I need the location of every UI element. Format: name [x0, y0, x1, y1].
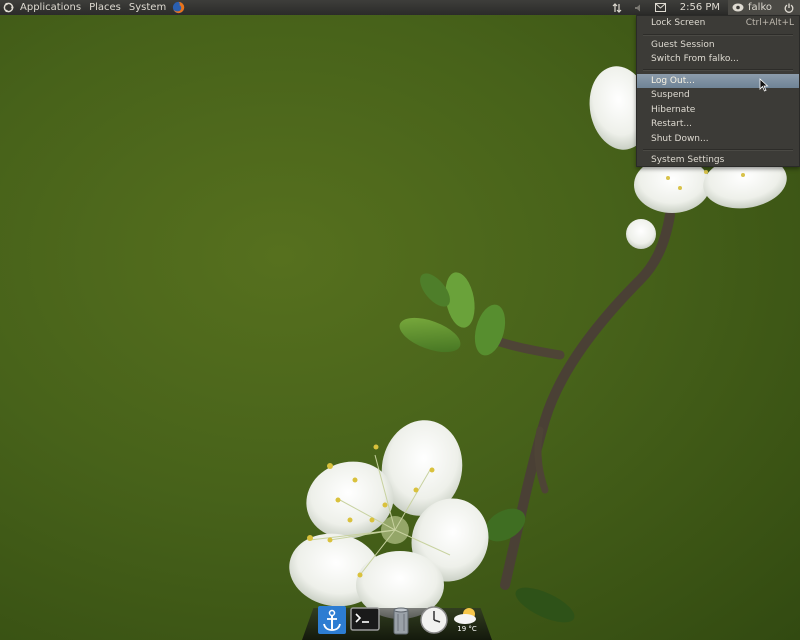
terminal-icon[interactable]: [350, 605, 380, 635]
anchor-launcher-icon[interactable]: [317, 605, 347, 635]
user-menu[interactable]: falko: [728, 0, 778, 15]
menu-item-hibernate[interactable]: Hibernate: [637, 103, 799, 117]
menu-separator: [643, 34, 793, 36]
panel-indicators: 2:56 PM falko: [606, 0, 800, 15]
weather-icon[interactable]: 19 °C: [452, 605, 482, 635]
panel-menus: Applications Places System: [3, 0, 185, 15]
menu-item-shut-down[interactable]: Shut Down...: [637, 132, 799, 146]
places-menu[interactable]: Places: [85, 0, 125, 15]
network-arrows-icon[interactable]: [610, 0, 624, 15]
weather-temperature: 19 °C: [457, 625, 477, 633]
lock-screen-label: Lock Screen: [651, 18, 706, 28]
menu-item-system-settings[interactable]: System Settings: [637, 153, 799, 167]
clock[interactable]: 2:56 PM: [672, 0, 728, 15]
speaker-icon[interactable]: [632, 0, 646, 15]
menu-separator: [643, 69, 793, 71]
power-icon[interactable]: [778, 0, 800, 15]
menu-item-suspend[interactable]: Suspend: [637, 88, 799, 102]
envelope-icon[interactable]: [654, 0, 668, 15]
firefox-icon[interactable]: [172, 1, 185, 14]
trash-icon[interactable]: [386, 605, 416, 635]
menu-item-lock-screen[interactable]: Lock Screen Ctrl+Alt+L: [637, 16, 799, 30]
applications-menu[interactable]: Applications: [16, 0, 85, 15]
top-panel: Applications Places System 2:56 PM falko: [0, 0, 800, 15]
lock-screen-shortcut: Ctrl+Alt+L: [745, 18, 794, 28]
menu-item-log-out[interactable]: Log Out...: [637, 74, 799, 88]
menu-item-switch-user[interactable]: Switch From falko...: [637, 52, 799, 66]
dock: 19 °C: [302, 600, 492, 640]
menu-separator: [643, 149, 793, 151]
ubuntu-logo-icon[interactable]: [3, 2, 14, 13]
menu-item-guest-session[interactable]: Guest Session: [637, 38, 799, 52]
mouse-pointer-icon: [759, 78, 769, 92]
session-menu: Lock Screen Ctrl+Alt+L Guest Session Swi…: [636, 15, 800, 167]
clock-icon[interactable]: [419, 605, 449, 635]
user-name: falko: [748, 2, 772, 13]
menu-item-restart[interactable]: Restart...: [637, 117, 799, 131]
system-menu[interactable]: System: [125, 0, 170, 15]
user-presence-icon: [732, 3, 744, 12]
